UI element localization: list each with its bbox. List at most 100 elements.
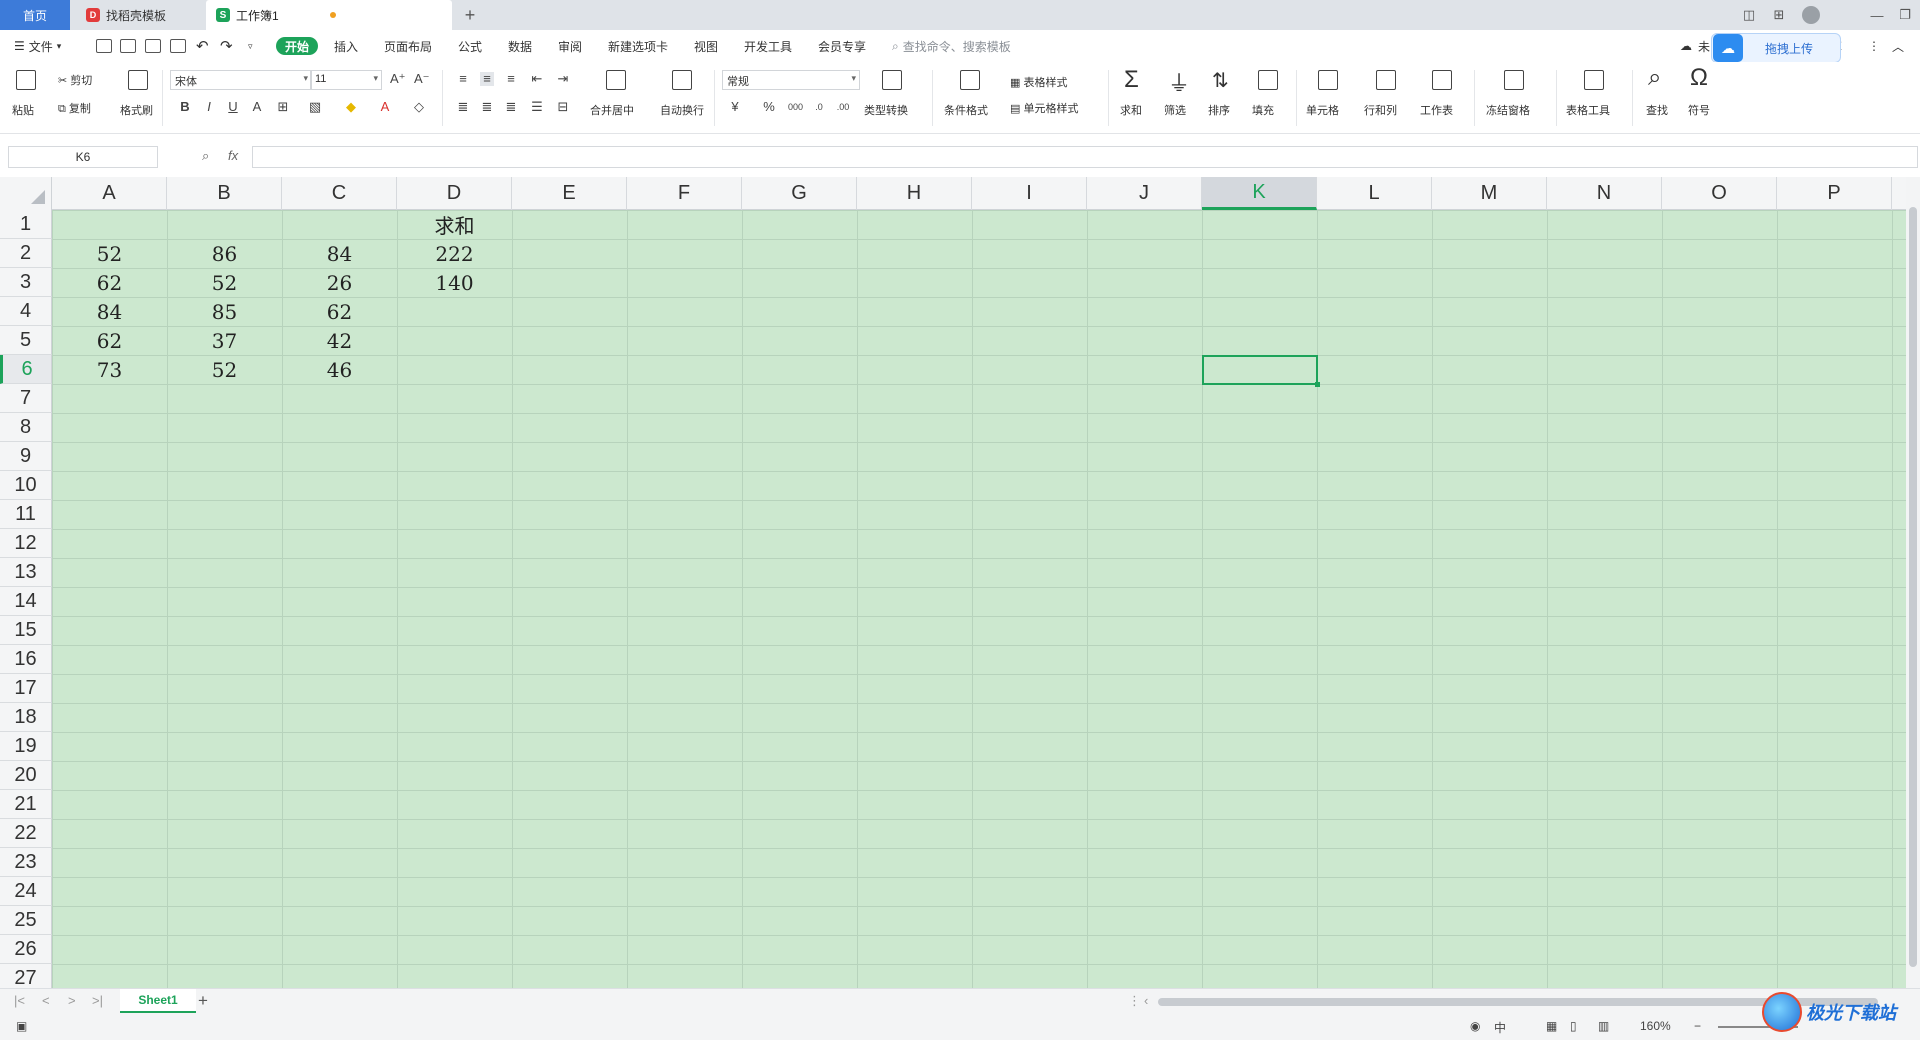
cell-d2[interactable]: 222	[397, 239, 512, 268]
fx-icon[interactable]: fx	[228, 148, 238, 163]
new-tab-button[interactable]: +	[458, 0, 482, 30]
filter-icon[interactable]: ⏚	[1168, 66, 1190, 98]
fill-down-icon[interactable]	[1258, 70, 1278, 90]
column-header-l[interactable]: L	[1317, 177, 1432, 210]
column-header-c[interactable]: C	[282, 177, 397, 210]
decrease-indent-icon[interactable]: ⇤	[530, 72, 544, 86]
row-header-5[interactable]: 5	[0, 326, 52, 355]
save-icon[interactable]	[96, 39, 112, 53]
quick-access-dropdown-icon[interactable]: ▿	[248, 37, 253, 55]
symbol-button[interactable]: 符号	[1688, 102, 1710, 118]
row-header-4[interactable]: 4	[0, 297, 52, 326]
row-header-6[interactable]: 6	[0, 355, 52, 384]
column-header-p[interactable]: P	[1777, 177, 1892, 210]
column-header-f[interactable]: F	[627, 177, 742, 210]
worksheet-icon[interactable]	[1432, 70, 1452, 90]
tab-template[interactable]: D 找稻壳模板	[74, 0, 202, 30]
row-header-7[interactable]: 7	[0, 384, 52, 413]
omega-icon[interactable]: Ω	[1690, 64, 1708, 92]
cell-c5[interactable]: 42	[282, 326, 397, 355]
clear-format-icon[interactable]: ◇	[412, 100, 426, 114]
row-header-16[interactable]: 16	[0, 645, 52, 674]
magnifier-icon[interactable]: ⌕	[1648, 64, 1661, 92]
tab-home[interactable]: 首页	[0, 0, 70, 30]
menu-view[interactable]: 视图	[694, 37, 718, 55]
row-header-22[interactable]: 22	[0, 819, 52, 848]
cell-b3[interactable]: 52	[167, 268, 282, 297]
print-preview-icon[interactable]	[170, 39, 186, 53]
row-header-26[interactable]: 26	[0, 935, 52, 964]
select-all-corner[interactable]	[0, 177, 52, 210]
strikethrough-icon[interactable]: A	[250, 100, 264, 114]
upload-button[interactable]: ☁ 拖拽上传	[1711, 33, 1841, 63]
increase-indent-icon[interactable]: ⇥	[556, 72, 570, 86]
row-header-2[interactable]: 2	[0, 239, 52, 268]
table-style-button[interactable]: ▦ 表格样式	[1010, 74, 1067, 90]
cell-c6[interactable]: 46	[282, 355, 397, 384]
column-header-a[interactable]: A	[52, 177, 167, 210]
bold-button[interactable]: B	[178, 100, 192, 114]
number-format-select[interactable]: 常规 ▾	[722, 70, 860, 90]
cell-b4[interactable]: 85	[167, 297, 282, 326]
sort-icon[interactable]: ⇅	[1212, 68, 1229, 93]
normal-view-icon[interactable]: ▦	[1546, 1019, 1557, 1033]
eye-protect-icon[interactable]: ◉	[1470, 1019, 1480, 1033]
increase-decimal-icon[interactable]: .0	[812, 100, 826, 114]
align-center-icon[interactable]: ≣	[480, 100, 494, 114]
zoom-level[interactable]: 160%	[1640, 1019, 1671, 1033]
percent-icon[interactable]: %	[762, 100, 776, 114]
freeze-panes-button[interactable]: 冻结窗格	[1486, 102, 1530, 118]
cell-icon[interactable]	[1318, 70, 1338, 90]
sum-button[interactable]: 求和	[1120, 102, 1142, 118]
column-header-o[interactable]: O	[1662, 177, 1777, 210]
fill-button[interactable]: 填充	[1252, 102, 1274, 118]
merge-center-button[interactable]: 合并居中	[590, 102, 634, 118]
column-header-m[interactable]: M	[1432, 177, 1547, 210]
cell-fill-pattern-icon[interactable]: ▧	[308, 100, 322, 114]
table-tools-icon[interactable]	[1584, 70, 1604, 90]
page-layout-view-icon[interactable]: ▯	[1570, 1019, 1577, 1033]
first-sheet-icon[interactable]: |<	[14, 993, 25, 1008]
row-header-12[interactable]: 12	[0, 529, 52, 558]
worksheet-button[interactable]: 工作表	[1420, 102, 1453, 118]
justify-icon[interactable]: ☰	[530, 100, 544, 114]
cell-a2[interactable]: 52	[52, 239, 167, 268]
row-header-13[interactable]: 13	[0, 558, 52, 587]
cut-button[interactable]: ✂ 剪切	[58, 72, 92, 88]
export-pdf-icon[interactable]	[120, 39, 136, 53]
row-header-17[interactable]: 17	[0, 674, 52, 703]
row-header-1[interactable]: 1	[0, 210, 52, 239]
row-header-23[interactable]: 23	[0, 848, 52, 877]
row-header-19[interactable]: 19	[0, 732, 52, 761]
menu-data[interactable]: 数据	[508, 37, 532, 55]
menu-insert[interactable]: 插入	[334, 37, 358, 55]
scroll-left-icon[interactable]: ‹	[1144, 993, 1148, 1008]
column-header-j[interactable]: J	[1087, 177, 1202, 210]
restore-icon[interactable]: ❐	[1890, 0, 1920, 30]
column-header-d[interactable]: D	[397, 177, 512, 210]
cell-a6[interactable]: 73	[52, 355, 167, 384]
column-header-k[interactable]: K	[1202, 177, 1317, 210]
font-name-select[interactable]: 宋体 ▾	[170, 70, 312, 90]
menu-page-layout[interactable]: 页面布局	[384, 37, 432, 55]
increase-font-icon[interactable]: A⁺	[390, 72, 406, 86]
row-header-9[interactable]: 9	[0, 442, 52, 471]
conditional-format-button[interactable]: 条件格式	[944, 102, 988, 118]
page-break-view-icon[interactable]: ▥	[1598, 1019, 1609, 1033]
filter-button[interactable]: 筛选	[1164, 102, 1186, 118]
cloud-status-icon[interactable]: ☁	[1680, 37, 1692, 55]
more-options-icon[interactable]: ⋮	[1868, 37, 1880, 55]
format-painter-icon[interactable]	[128, 70, 148, 90]
paste-button[interactable]: 粘贴	[12, 102, 34, 118]
italic-button[interactable]: I	[202, 100, 216, 114]
type-convert-button[interactable]: 类型转换	[864, 102, 908, 118]
align-top-icon[interactable]: ≡	[456, 72, 470, 86]
hscroll-splitter-icon[interactable]: ⋮	[1128, 993, 1141, 1009]
macro-record-icon[interactable]: ▣	[16, 1019, 27, 1033]
sheet-tab-sheet1[interactable]: Sheet1	[120, 989, 196, 1013]
row-header-8[interactable]: 8	[0, 413, 52, 442]
cell-button[interactable]: 单元格	[1306, 102, 1339, 118]
cell-a4[interactable]: 84	[52, 297, 167, 326]
cell-a5[interactable]: 62	[52, 326, 167, 355]
copy-button[interactable]: ⧉ 复制	[58, 100, 91, 116]
